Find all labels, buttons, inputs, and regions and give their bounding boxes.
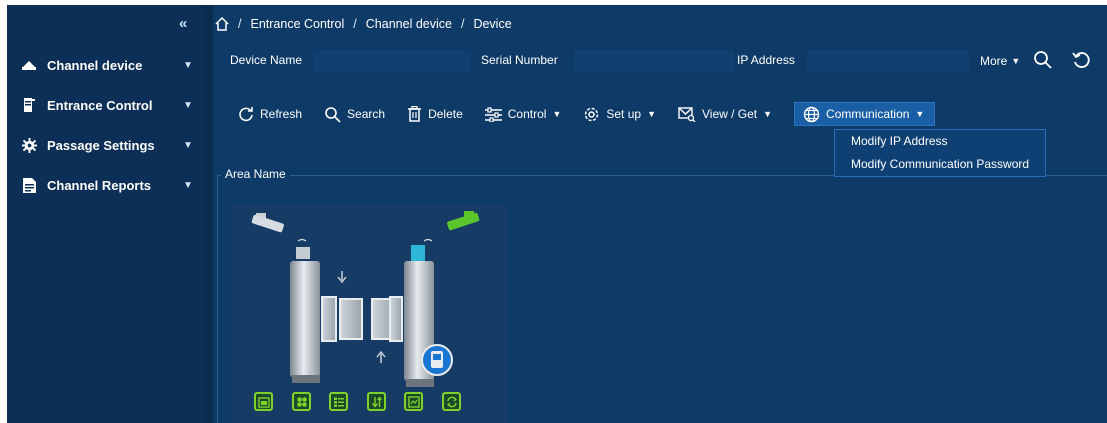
communication-menu: Modify IP Address Modify Communication P… bbox=[834, 129, 1046, 177]
more-filters-button[interactable]: More ▼ bbox=[980, 54, 1020, 68]
menu-item-modify-communication-password[interactable]: Modify Communication Password bbox=[835, 153, 1045, 176]
sidebar: « Channel device ▼ Entrance Control ▼ Pa… bbox=[7, 5, 205, 423]
search-icon[interactable] bbox=[1033, 50, 1053, 70]
breadcrumb-device: Device bbox=[473, 17, 512, 31]
trash-icon bbox=[408, 106, 422, 122]
communication-label: Communication bbox=[826, 107, 910, 121]
turnstile-illustration bbox=[251, 211, 480, 387]
ip-address-label: IP Address bbox=[737, 53, 795, 67]
delete-button[interactable]: Delete bbox=[407, 102, 463, 126]
chevron-down-icon: ▼ bbox=[183, 179, 193, 191]
home-icon[interactable] bbox=[215, 17, 229, 31]
search-label: Search bbox=[347, 107, 386, 121]
chevron-down-icon: ▼ bbox=[647, 109, 656, 119]
collapse-sidebar-icon[interactable]: « bbox=[179, 15, 187, 32]
filter-bar: Device Name Serial Number IP Address Mor… bbox=[215, 48, 1107, 74]
list-icon[interactable] bbox=[329, 392, 348, 411]
sidebar-item-label: Channel Reports bbox=[47, 177, 152, 193]
report-icon[interactable] bbox=[404, 392, 423, 411]
camera-left-icon bbox=[251, 213, 284, 233]
gear-icon bbox=[21, 137, 37, 153]
card-reader-badge-icon bbox=[421, 344, 453, 376]
setup-label: Set up bbox=[606, 107, 642, 121]
serial-number-input[interactable] bbox=[574, 50, 734, 72]
chevron-down-icon: ▼ bbox=[183, 59, 193, 71]
breadcrumb-separator: / bbox=[238, 17, 242, 31]
device-card[interactable] bbox=[232, 205, 507, 423]
serial-number-label: Serial Number bbox=[481, 53, 558, 67]
gear-icon bbox=[585, 107, 599, 121]
grid-icon[interactable] bbox=[292, 392, 311, 411]
camera-right-icon bbox=[447, 211, 480, 231]
area-name-label: Area Name bbox=[221, 167, 290, 181]
sidebar-item-passage-settings[interactable]: Passage Settings ▼ bbox=[7, 128, 205, 162]
mail-search-icon bbox=[678, 106, 696, 122]
turnstile-icon bbox=[21, 97, 37, 113]
sidebar-divider bbox=[205, 5, 213, 423]
breadcrumb-separator: / bbox=[353, 17, 357, 31]
sliders-icon bbox=[484, 106, 502, 122]
chevron-down-icon: ▼ bbox=[763, 109, 773, 119]
breadcrumb-channel-device[interactable]: Channel device bbox=[366, 17, 452, 31]
chevron-down-icon: ▼ bbox=[183, 139, 193, 151]
refresh-label: Refresh bbox=[260, 107, 303, 121]
device-name-input[interactable] bbox=[313, 50, 471, 72]
barrier-icon bbox=[21, 57, 37, 73]
view-get-button[interactable]: View / Get ▼ bbox=[678, 102, 772, 126]
menu-item-modify-ip-address[interactable]: Modify IP Address bbox=[835, 130, 1045, 153]
control-label: Control bbox=[507, 107, 547, 121]
communication-button[interactable]: Communication ▼ bbox=[794, 102, 936, 126]
globe-icon bbox=[803, 106, 820, 122]
delete-label: Delete bbox=[428, 107, 463, 121]
breadcrumb: / Entrance Control / Channel device / De… bbox=[215, 15, 512, 33]
sort-icon[interactable] bbox=[367, 392, 386, 411]
chevron-down-icon: ▼ bbox=[1011, 56, 1021, 66]
sidebar-item-label: Channel device bbox=[47, 57, 143, 73]
sidebar-item-entrance-control[interactable]: Entrance Control ▼ bbox=[7, 88, 205, 122]
chevron-down-icon: ▼ bbox=[915, 109, 925, 119]
app-window: « Channel device ▼ Entrance Control ▼ Pa… bbox=[7, 5, 1107, 423]
door-icon[interactable] bbox=[254, 392, 273, 411]
document-icon bbox=[21, 177, 37, 193]
chevron-down-icon: ▼ bbox=[183, 99, 193, 111]
reset-icon[interactable] bbox=[1071, 50, 1091, 70]
ip-address-input[interactable] bbox=[807, 50, 969, 72]
search-button[interactable]: Search bbox=[324, 102, 385, 126]
toolbar: Refresh Search Delete Control ▼ Set up ▼… bbox=[215, 102, 936, 126]
sidebar-item-label: Entrance Control bbox=[47, 97, 153, 113]
sidebar-item-channel-device[interactable]: Channel device ▼ bbox=[7, 48, 205, 82]
refresh-button[interactable]: Refresh bbox=[238, 102, 302, 126]
more-label: More bbox=[980, 54, 1008, 68]
sidebar-item-channel-reports[interactable]: Channel Reports ▼ bbox=[7, 168, 205, 202]
breadcrumb-separator: / bbox=[460, 17, 465, 31]
view-get-label: View / Get bbox=[701, 107, 758, 121]
sidebar-item-label: Passage Settings bbox=[47, 137, 155, 153]
sync-icon[interactable] bbox=[442, 392, 461, 411]
setup-button[interactable]: Set up ▼ bbox=[583, 102, 656, 126]
chevron-down-icon: ▼ bbox=[552, 109, 562, 119]
refresh-icon bbox=[239, 107, 253, 122]
search-icon bbox=[325, 106, 341, 123]
control-button[interactable]: Control ▼ bbox=[484, 102, 562, 126]
device-name-label: Device Name bbox=[230, 53, 303, 67]
breadcrumb-entrance-control[interactable]: Entrance Control bbox=[250, 17, 344, 31]
